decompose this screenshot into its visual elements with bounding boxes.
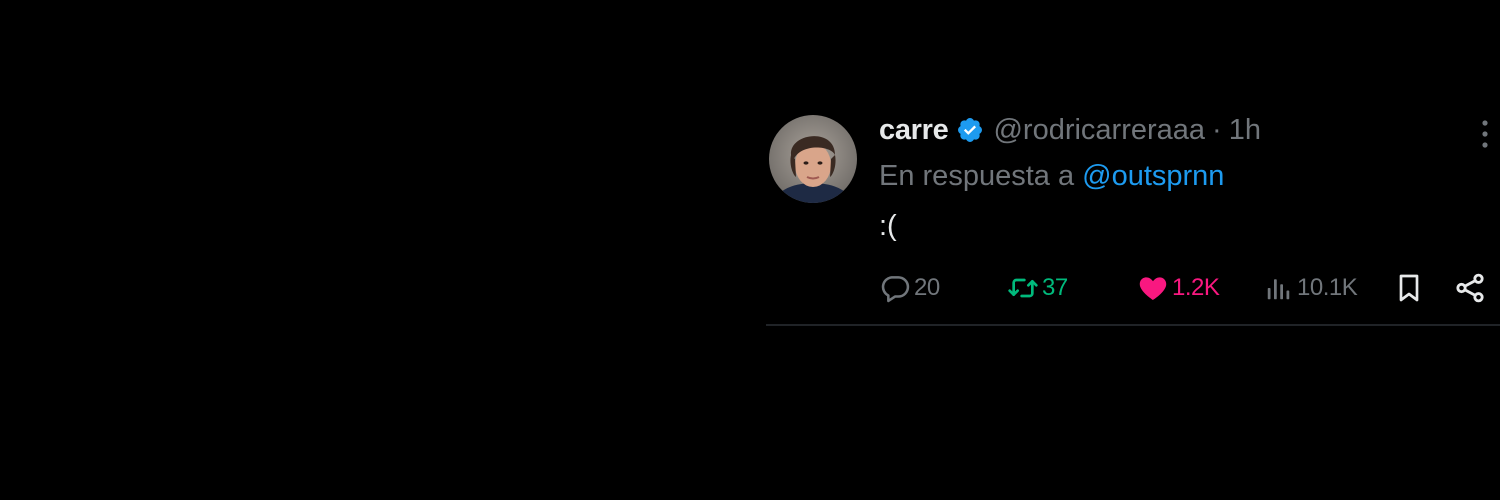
- views-chart-icon: [1264, 272, 1294, 304]
- divider: [766, 324, 1500, 326]
- heart-icon: [1137, 272, 1169, 304]
- page: carre @rodricarreraaa · 1h En respuesta …: [0, 0, 1500, 500]
- bookmark-icon: [1393, 272, 1425, 304]
- like-button[interactable]: 1.2K: [1137, 270, 1220, 306]
- timestamp[interactable]: 1h: [1229, 114, 1261, 147]
- bookmark-button[interactable]: [1393, 270, 1425, 306]
- retweet-icon: [1007, 272, 1039, 304]
- views-count: 10.1K: [1297, 274, 1358, 301]
- verified-badge-icon: [956, 116, 984, 144]
- action-bar: 20 37 1.2K 10.1K: [879, 270, 1500, 306]
- retweet-count: 37: [1042, 274, 1068, 301]
- reply-bubble-icon: [879, 272, 911, 304]
- separator-dot: ·: [1212, 113, 1222, 146]
- tweet-header: carre @rodricarreraaa · 1h: [879, 112, 1261, 148]
- avatar[interactable]: [769, 115, 857, 203]
- author-handle[interactable]: @rodricarreraaa: [993, 114, 1205, 147]
- more-options-icon[interactable]: [1470, 118, 1500, 150]
- tweet-text: :(: [879, 210, 897, 242]
- retweet-button[interactable]: 37: [1007, 270, 1068, 306]
- author-name[interactable]: carre: [879, 114, 949, 147]
- share-button[interactable]: [1453, 270, 1487, 306]
- reply-context: En respuesta a @outsprnn: [879, 160, 1224, 193]
- share-icon: [1453, 271, 1487, 305]
- tweet[interactable]: carre @rodricarreraaa · 1h En respuesta …: [766, 112, 1500, 324]
- reply-count: 20: [914, 274, 940, 301]
- like-count: 1.2K: [1172, 274, 1220, 301]
- reply-prefix: En respuesta a: [879, 160, 1075, 192]
- reply-button[interactable]: 20: [879, 270, 940, 306]
- reply-mention-link[interactable]: @outsprnn: [1082, 160, 1224, 192]
- views-button[interactable]: 10.1K: [1264, 270, 1358, 306]
